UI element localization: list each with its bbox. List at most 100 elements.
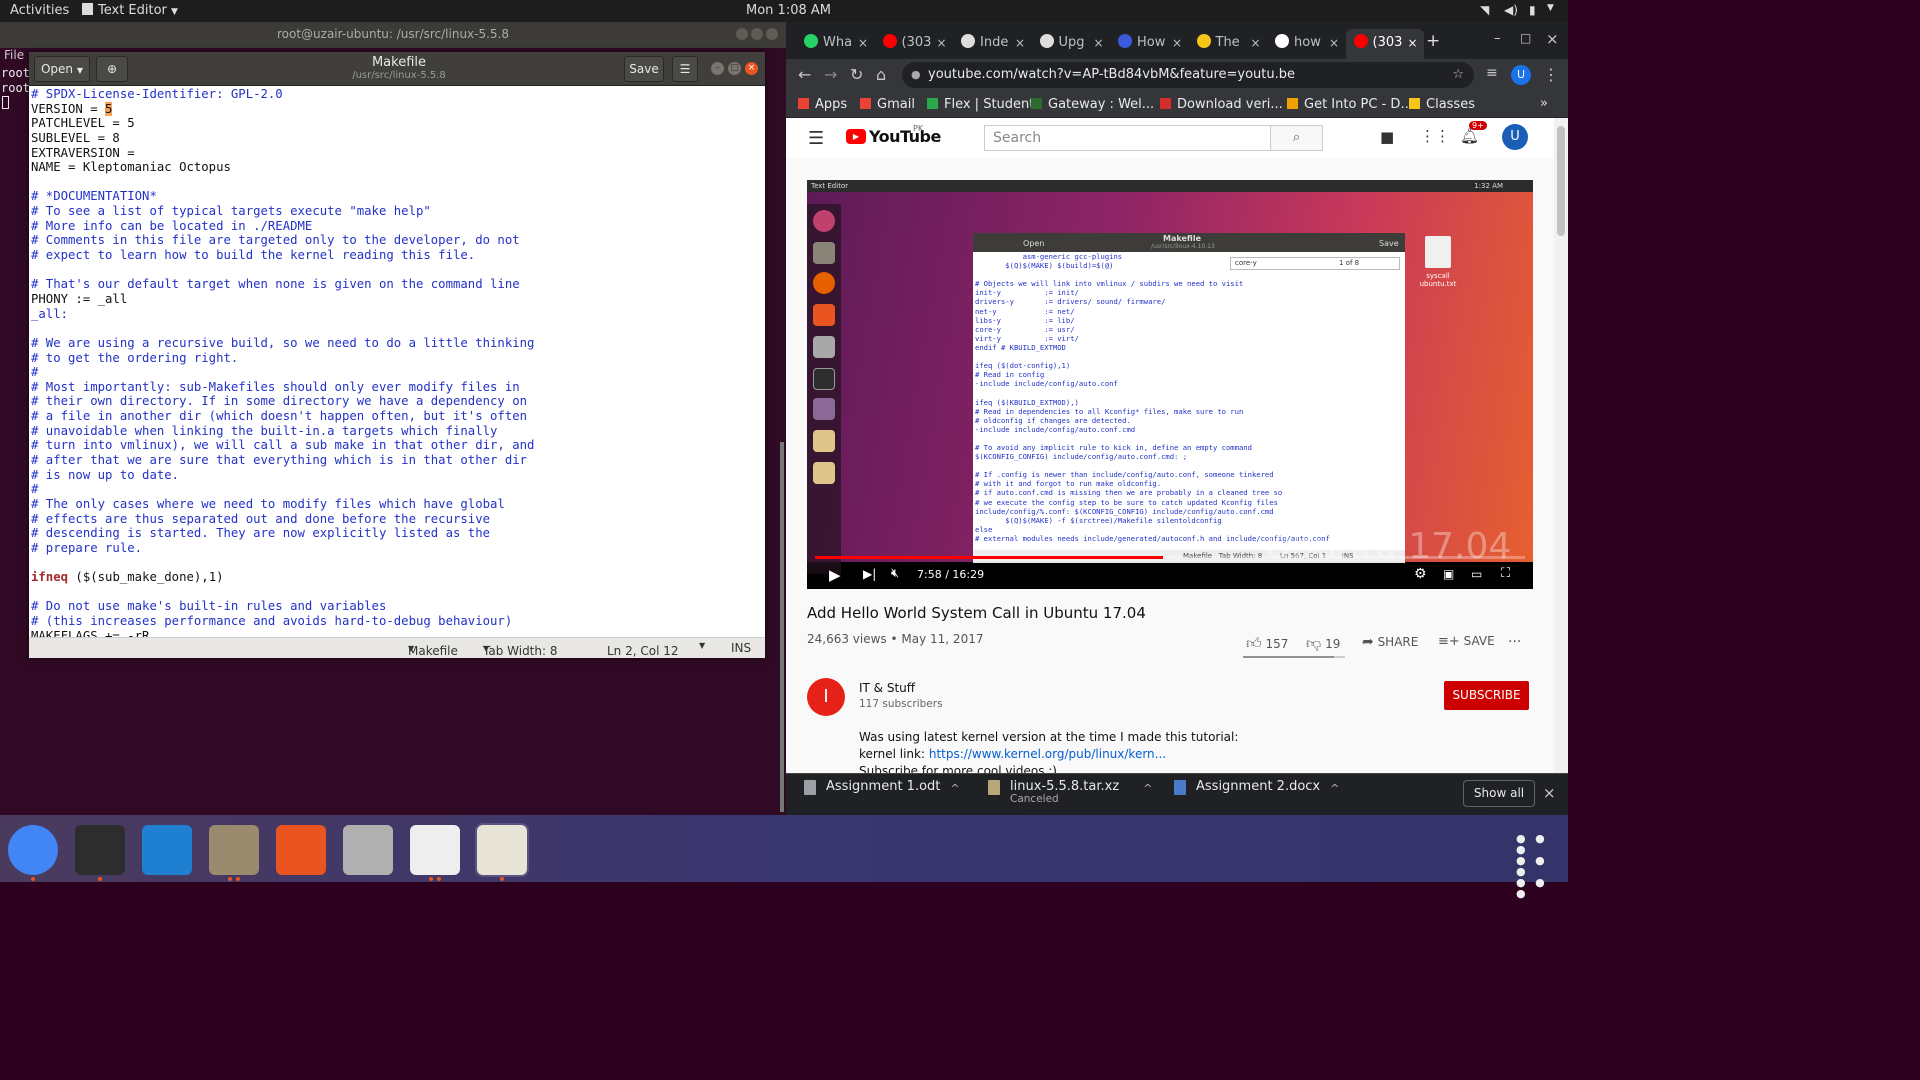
fullscreen-icon[interactable]: ⛶ [1501, 566, 1510, 581]
bookmark-item[interactable]: Classes [1409, 97, 1475, 112]
activities-button[interactable]: Activities [10, 3, 69, 18]
code-editor[interactable]: # SPDX-License-Identifier: GPL-2.0 VERSIO… [29, 87, 765, 637]
page-scrollbar[interactable] [1554, 118, 1568, 773]
volume-icon[interactable]: ◀) [1504, 3, 1518, 17]
minimize-icon[interactable]: – [711, 62, 724, 75]
battery-icon[interactable]: ▮ [1529, 3, 1536, 17]
settings-gear-icon[interactable]: ⚙ [1414, 566, 1427, 582]
download-item[interactable]: Assignment 2.docx ^ [1174, 779, 1339, 810]
vscode-icon[interactable] [142, 825, 192, 875]
miniplayer-icon[interactable]: ▣ [1443, 567, 1454, 581]
browser-tab[interactable]: The × [1189, 29, 1267, 59]
chevron-down-icon[interactable]: ▼ [699, 641, 705, 650]
kernel-link[interactable]: https://www.kernel.org/pub/linux/kern... [929, 747, 1166, 761]
create-video-icon[interactable]: ■ [1380, 128, 1394, 146]
close-icon[interactable]: × [1546, 30, 1559, 48]
mute-icon[interactable]: 🔇︎ [891, 566, 899, 581]
chevron-up-icon[interactable]: ^ [950, 782, 959, 795]
tab-close-icon[interactable]: × [1015, 29, 1025, 57]
dislike-button[interactable]: 👎︎ 19 [1306, 634, 1340, 653]
close-icon[interactable]: × [745, 62, 758, 75]
browser-tab[interactable]: (303 × [875, 29, 953, 59]
forward-icon[interactable]: → [824, 65, 837, 84]
bookmark-item[interactable]: Flex | Student [927, 97, 1034, 112]
open-button[interactable]: Open ▼ [34, 56, 90, 82]
tab-close-icon[interactable]: × [1093, 29, 1103, 57]
scrollbar-thumb[interactable] [1557, 126, 1565, 236]
save-video-button[interactable]: ≡+ SAVE [1438, 634, 1495, 649]
like-button[interactable]: 👍︎ 157 [1246, 634, 1288, 653]
text-editor-icon[interactable] [475, 823, 529, 877]
guide-menu-icon[interactable]: ☰ [808, 128, 824, 149]
software-center-icon[interactable] [276, 825, 326, 875]
download-item[interactable]: linux-5.5.8.tar.xz Canceled ^ [988, 780, 1152, 810]
minimize-icon[interactable] [736, 28, 748, 40]
maximize-icon[interactable]: □ [728, 62, 741, 75]
bookmark-item[interactable]: Gmail [860, 97, 915, 112]
next-icon[interactable]: ▶| [863, 567, 876, 581]
hamburger-menu-button[interactable]: ☰ [672, 56, 698, 82]
chrome-icon[interactable] [8, 825, 58, 875]
apps-grid-icon[interactable]: ⋮⋮ [1420, 127, 1450, 145]
media-icon[interactable]: ≡ [1486, 65, 1498, 81]
channel-name[interactable]: IT & Stuff [859, 681, 915, 695]
more-menu-icon[interactable]: ⋮ [1543, 65, 1559, 84]
video-progress-bar[interactable] [815, 556, 1525, 559]
browser-tab[interactable]: Inde × [953, 29, 1031, 59]
tab-close-icon[interactable]: × [1172, 29, 1182, 57]
maximize-icon[interactable] [751, 28, 763, 40]
play-icon[interactable]: ▶ [829, 566, 841, 584]
channel-avatar[interactable]: I [807, 678, 845, 716]
close-icon[interactable]: × [1543, 784, 1556, 802]
terminal-scrollbar[interactable] [780, 442, 784, 812]
youtube-logo-icon[interactable]: ▶ [846, 129, 866, 144]
tab-close-icon[interactable]: × [1250, 29, 1260, 57]
browser-tab[interactable]: Wha × [796, 29, 874, 59]
settings-icon[interactable] [343, 825, 393, 875]
new-document-button[interactable]: ⊕ [96, 56, 128, 82]
clock[interactable]: Mon 1:08 AM [746, 3, 831, 18]
account-avatar[interactable]: U [1502, 124, 1528, 150]
app-menu[interactable]: Text Editor ▼ [82, 3, 178, 18]
home-icon[interactable]: ⌂ [876, 65, 886, 84]
bookmark-item[interactable]: Gateway : Wel... [1031, 97, 1154, 112]
reload-icon[interactable]: ↻ [850, 65, 863, 84]
subscribe-button[interactable]: SUBSCRIBE [1444, 681, 1529, 710]
back-icon[interactable]: ← [798, 65, 811, 84]
files-icon[interactable] [209, 825, 259, 875]
show-all-downloads-button[interactable]: Show all [1463, 780, 1535, 807]
show-applications-icon[interactable]: ● ● ● ● ● ● ● ● ● [1516, 833, 1552, 899]
browser-tab[interactable]: how × [1267, 29, 1345, 59]
network-icon[interactable]: ◥ [1480, 3, 1489, 17]
theater-mode-icon[interactable]: ▭ [1471, 567, 1482, 581]
tab-close-icon[interactable]: × [936, 29, 946, 57]
youtube-logo-text[interactable]: YouTube [869, 127, 941, 146]
chevron-up-icon[interactable]: ^ [1330, 782, 1339, 795]
chevron-up-icon[interactable]: ^ [1143, 782, 1152, 795]
more-actions-icon[interactable]: ··· [1508, 634, 1521, 650]
search-input[interactable]: Search [984, 125, 1271, 151]
video-player[interactable]: Text Editor 1:32 AM Open Makefile /usr/s… [807, 180, 1533, 589]
system-menu-chevron-icon[interactable]: ▼ [1547, 3, 1554, 13]
browser-tab[interactable]: (303 × [1345, 29, 1424, 59]
more-bookmarks-icon[interactable]: » [1540, 96, 1548, 111]
pdf-reader-icon[interactable] [410, 825, 460, 875]
minimize-icon[interactable]: – [1494, 31, 1501, 46]
bookmark-star-icon[interactable]: ☆ [1452, 62, 1464, 88]
browser-tab[interactable]: How × [1110, 29, 1188, 59]
share-button[interactable]: ➦ SHARE [1362, 634, 1418, 650]
bookmark-item[interactable]: Apps [798, 97, 847, 112]
bookmark-item[interactable]: Get Into PC - D... [1287, 97, 1413, 112]
bookmark-item[interactable]: Download veri... [1160, 97, 1283, 112]
terminal-icon[interactable] [75, 825, 125, 875]
address-bar[interactable]: ● youtube.com/watch?v=AP-tBd84vbM&featur… [902, 62, 1474, 88]
profile-avatar[interactable]: U [1511, 65, 1531, 85]
terminal-menu-file[interactable]: File [4, 48, 24, 62]
save-button[interactable]: Save [624, 56, 664, 82]
search-button[interactable]: ⌕ [1270, 125, 1323, 151]
tab-close-icon[interactable]: × [1407, 29, 1417, 57]
new-tab-icon[interactable]: + [1426, 31, 1440, 51]
close-icon[interactable] [766, 28, 778, 40]
maximize-icon[interactable]: □ [1520, 31, 1531, 45]
tab-close-icon[interactable]: × [1329, 29, 1339, 57]
